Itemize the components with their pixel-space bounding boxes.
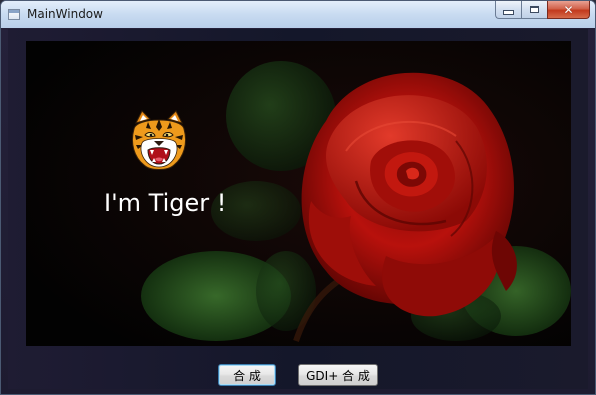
maximize-button[interactable] bbox=[521, 1, 547, 19]
window-title: MainWindow bbox=[27, 7, 103, 21]
tiger-head-icon bbox=[128, 109, 190, 173]
main-window: MainWindow ✕ I'm Tiger ! 合 成 GDI+ 合 成 bbox=[0, 0, 596, 395]
maximize-icon bbox=[530, 6, 539, 13]
close-icon: ✕ bbox=[563, 2, 574, 17]
close-button[interactable]: ✕ bbox=[547, 1, 590, 19]
overlay-text: I'm Tiger ! bbox=[104, 189, 227, 217]
caption-buttons: ✕ bbox=[495, 1, 590, 20]
composited-image: I'm Tiger ! bbox=[26, 41, 571, 346]
minimize-button[interactable] bbox=[495, 1, 521, 19]
client-area: I'm Tiger ! 合 成 GDI+ 合 成 bbox=[8, 29, 588, 389]
compose-button[interactable]: 合 成 bbox=[218, 364, 276, 386]
gdi-compose-button[interactable]: GDI+ 合 成 bbox=[298, 364, 378, 386]
title-bar[interactable]: MainWindow ✕ bbox=[1, 1, 595, 28]
app-window-icon[interactable] bbox=[8, 9, 20, 20]
minimize-icon bbox=[503, 10, 514, 15]
